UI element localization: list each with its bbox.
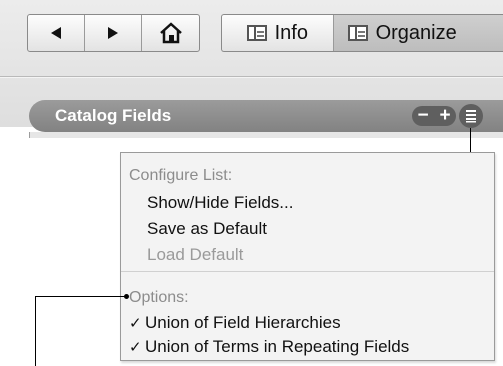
list-options-button[interactable]	[459, 104, 483, 128]
toolbar-divider-highlight	[0, 77, 503, 78]
save-as-default-item[interactable]: Save as Default	[147, 219, 267, 239]
union-field-hierarchies-label: Union of Field Hierarchies	[145, 313, 341, 332]
view-toggle-group: Info Organize	[221, 14, 503, 52]
forward-button[interactable]	[85, 15, 142, 51]
left-triangle-icon	[51, 27, 61, 39]
checkmark-icon: ✓	[129, 339, 142, 356]
info-label: Info	[274, 21, 308, 44]
union-field-hierarchies-item[interactable]: ✓ Union of Field Hierarchies	[129, 313, 341, 333]
callout-line-options-vertical	[35, 296, 36, 366]
show-hide-fields-item[interactable]: Show/Hide Fields...	[147, 193, 293, 213]
checkmark-icon: ✓	[129, 315, 142, 332]
options-header: Options:	[129, 289, 189, 306]
back-button[interactable]	[28, 15, 85, 51]
home-icon	[159, 22, 182, 44]
right-triangle-icon	[108, 27, 118, 39]
organize-label: Organize	[375, 21, 457, 44]
list-options-menu: Configure List: Show/Hide Fields... Save…	[120, 152, 495, 361]
nav-button-group	[27, 14, 200, 52]
catalog-fields-body	[29, 132, 503, 138]
load-default-item[interactable]: Load Default	[147, 245, 243, 265]
add-remove-pill: − +	[412, 106, 456, 126]
catalog-fields-header: Catalog Fields − +	[29, 100, 503, 132]
info-view-icon	[246, 25, 267, 41]
info-button[interactable]: Info	[222, 15, 334, 51]
union-terms-repeating-item[interactable]: ✓ Union of Terms in Repeating Fields	[129, 337, 409, 357]
organize-button[interactable]: Organize	[333, 15, 503, 51]
menu-separator	[121, 271, 494, 272]
remove-field-button[interactable]: −	[412, 106, 434, 126]
list-menu-icon	[466, 110, 476, 123]
callout-line-menu	[470, 128, 471, 154]
pane-title: Catalog Fields	[55, 106, 172, 125]
organize-view-icon	[347, 25, 368, 41]
add-field-button[interactable]: +	[434, 106, 456, 126]
configure-list-header: Configure List:	[129, 167, 233, 184]
callout-dot	[124, 294, 129, 299]
callout-line-options	[35, 296, 128, 297]
home-button[interactable]	[142, 15, 199, 51]
union-terms-repeating-label: Union of Terms in Repeating Fields	[145, 337, 410, 356]
